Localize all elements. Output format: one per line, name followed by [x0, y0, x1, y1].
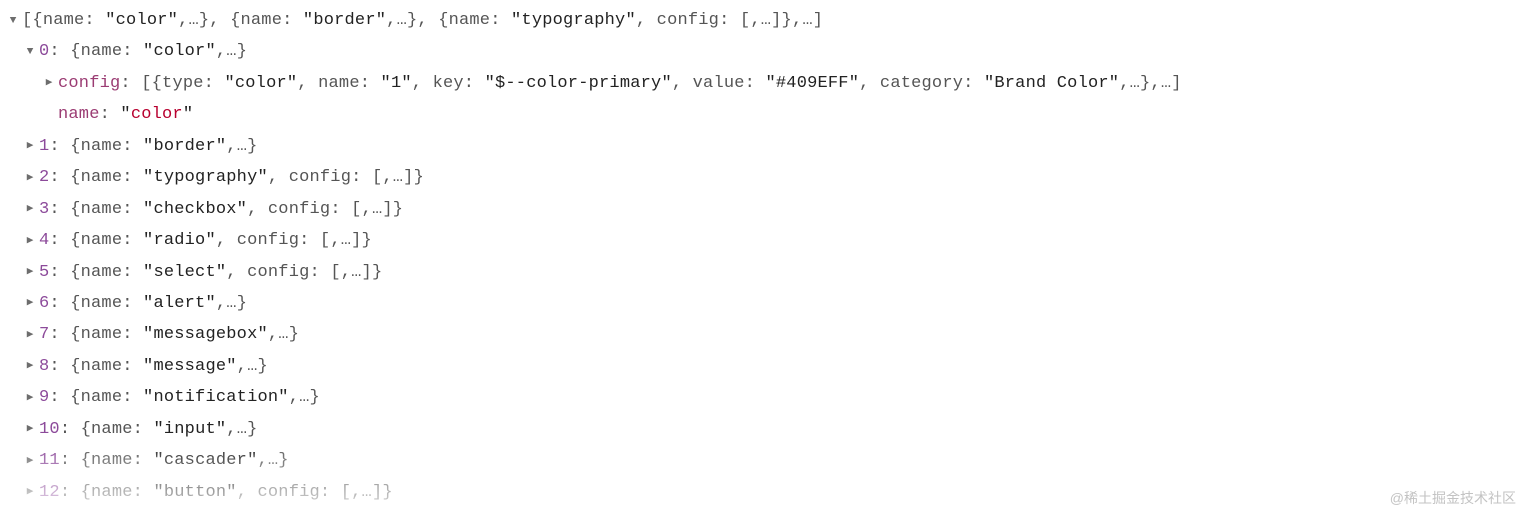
name-value: color	[131, 105, 183, 124]
chevron-right-icon[interactable]	[42, 73, 56, 93]
chevron-right-icon[interactable]	[23, 356, 37, 376]
chevron-right-icon[interactable]	[23, 451, 37, 471]
item-content: 6: {name: "alert",…}	[39, 288, 247, 319]
name-value: select	[153, 263, 215, 282]
index-label: 5	[39, 263, 49, 282]
chevron-right-icon[interactable]	[23, 136, 37, 156]
chevron-down-icon[interactable]	[23, 42, 37, 62]
item-content: 7: {name: "messagebox",…}	[39, 319, 299, 350]
index-label: 8	[39, 357, 49, 376]
index-label: 2	[39, 168, 49, 187]
array-item-row[interactable]: 6: {name: "alert",…}	[6, 288, 1530, 319]
array-item-row[interactable]: 11: {name: "cascader",…}	[6, 445, 1530, 476]
name-value: notification	[153, 388, 278, 407]
array-item-row[interactable]: 4: {name: "radio", config: [,…]}	[6, 225, 1530, 256]
index-label: 3	[39, 200, 49, 219]
item-content: 2: {name: "typography", config: [,…]}	[39, 162, 424, 193]
chevron-right-icon[interactable]	[23, 231, 37, 251]
name-value: cascader	[164, 451, 247, 470]
name-content: name: "color"	[58, 99, 193, 130]
item-content: 4: {name: "radio", config: [,…]}	[39, 225, 372, 256]
array-item-row[interactable]: 7: {name: "messagebox",…}	[6, 319, 1530, 350]
array-item-row[interactable]: 1: {name: "border",…}	[6, 131, 1530, 162]
index-label: 6	[39, 294, 49, 313]
array-item-row[interactable]: 2: {name: "typography", config: [,…]}	[6, 162, 1530, 193]
item-content: 10: {name: "input",…}	[39, 414, 258, 445]
name-value: messagebox	[153, 325, 257, 344]
array-item-row[interactable]: 10: {name: "input",…}	[6, 414, 1530, 445]
item-0-name-row[interactable]: name: "color"	[6, 99, 1530, 130]
chevron-right-icon[interactable]	[23, 482, 37, 502]
item-content: 9: {name: "notification",…}	[39, 382, 320, 413]
item-content: 5: {name: "select", config: [,…]}	[39, 257, 382, 288]
chevron-down-icon[interactable]	[6, 11, 20, 31]
array-item-row[interactable]: 9: {name: "notification",…}	[6, 382, 1530, 413]
chevron-right-icon[interactable]	[23, 388, 37, 408]
name-value: message	[153, 357, 226, 376]
item-content: 3: {name: "checkbox", config: [,…]}	[39, 194, 403, 225]
chevron-right-icon[interactable]	[23, 262, 37, 282]
name-value: checkbox	[153, 200, 236, 219]
name-value: border	[153, 137, 215, 156]
prop-key-config: config	[58, 74, 120, 93]
name-value: input	[164, 420, 216, 439]
chevron-right-icon[interactable]	[23, 325, 37, 345]
item-content: 8: {name: "message",…}	[39, 351, 268, 382]
item-0-config-row[interactable]: config: [{type: "color", name: "1", key:…	[6, 68, 1530, 99]
item-0-content: 0: {name: "color",…}	[39, 36, 247, 67]
name-value: alert	[153, 294, 205, 313]
array-root-row[interactable]: [{name: "color",…}, {name: "border",…}, …	[6, 5, 1530, 36]
index-label: 11	[39, 451, 60, 470]
item-content: 11: {name: "cascader",…}	[39, 445, 289, 476]
index-label: 0	[39, 42, 49, 61]
root-summary-content: [{name: "color",…}, {name: "border",…}, …	[22, 5, 823, 36]
config-content: config: [{type: "color", name: "1", key:…	[58, 68, 1182, 99]
prop-key-name: name	[58, 105, 100, 124]
index-label: 10	[39, 420, 60, 439]
name-value: radio	[153, 231, 205, 250]
array-item-row[interactable]: 8: {name: "message",…}	[6, 351, 1530, 382]
index-label: 4	[39, 231, 49, 250]
chevron-right-icon[interactable]	[23, 168, 37, 188]
chevron-right-icon[interactable]	[23, 293, 37, 313]
index-label: 1	[39, 137, 49, 156]
chevron-right-icon[interactable]	[23, 199, 37, 219]
watermark-text: @稀土掘金技术社区	[1390, 486, 1516, 512]
array-item-0-row[interactable]: 0: {name: "color",…}	[6, 36, 1530, 67]
array-item-row[interactable]: 12: {name: "button", config: [,…]}	[6, 477, 1530, 508]
bracket-open: [	[22, 11, 32, 30]
item-content: 1: {name: "border",…}	[39, 131, 258, 162]
index-label: 7	[39, 325, 49, 344]
index-label: 12	[39, 483, 60, 502]
item-content: 12: {name: "button", config: [,…]}	[39, 477, 393, 508]
index-label: 9	[39, 388, 49, 407]
chevron-right-icon[interactable]	[23, 419, 37, 439]
name-value: typography	[153, 168, 257, 187]
array-item-row[interactable]: 5: {name: "select", config: [,…]}	[6, 257, 1530, 288]
array-item-row[interactable]: 3: {name: "checkbox", config: [,…]}	[6, 194, 1530, 225]
name-value: button	[164, 483, 226, 502]
